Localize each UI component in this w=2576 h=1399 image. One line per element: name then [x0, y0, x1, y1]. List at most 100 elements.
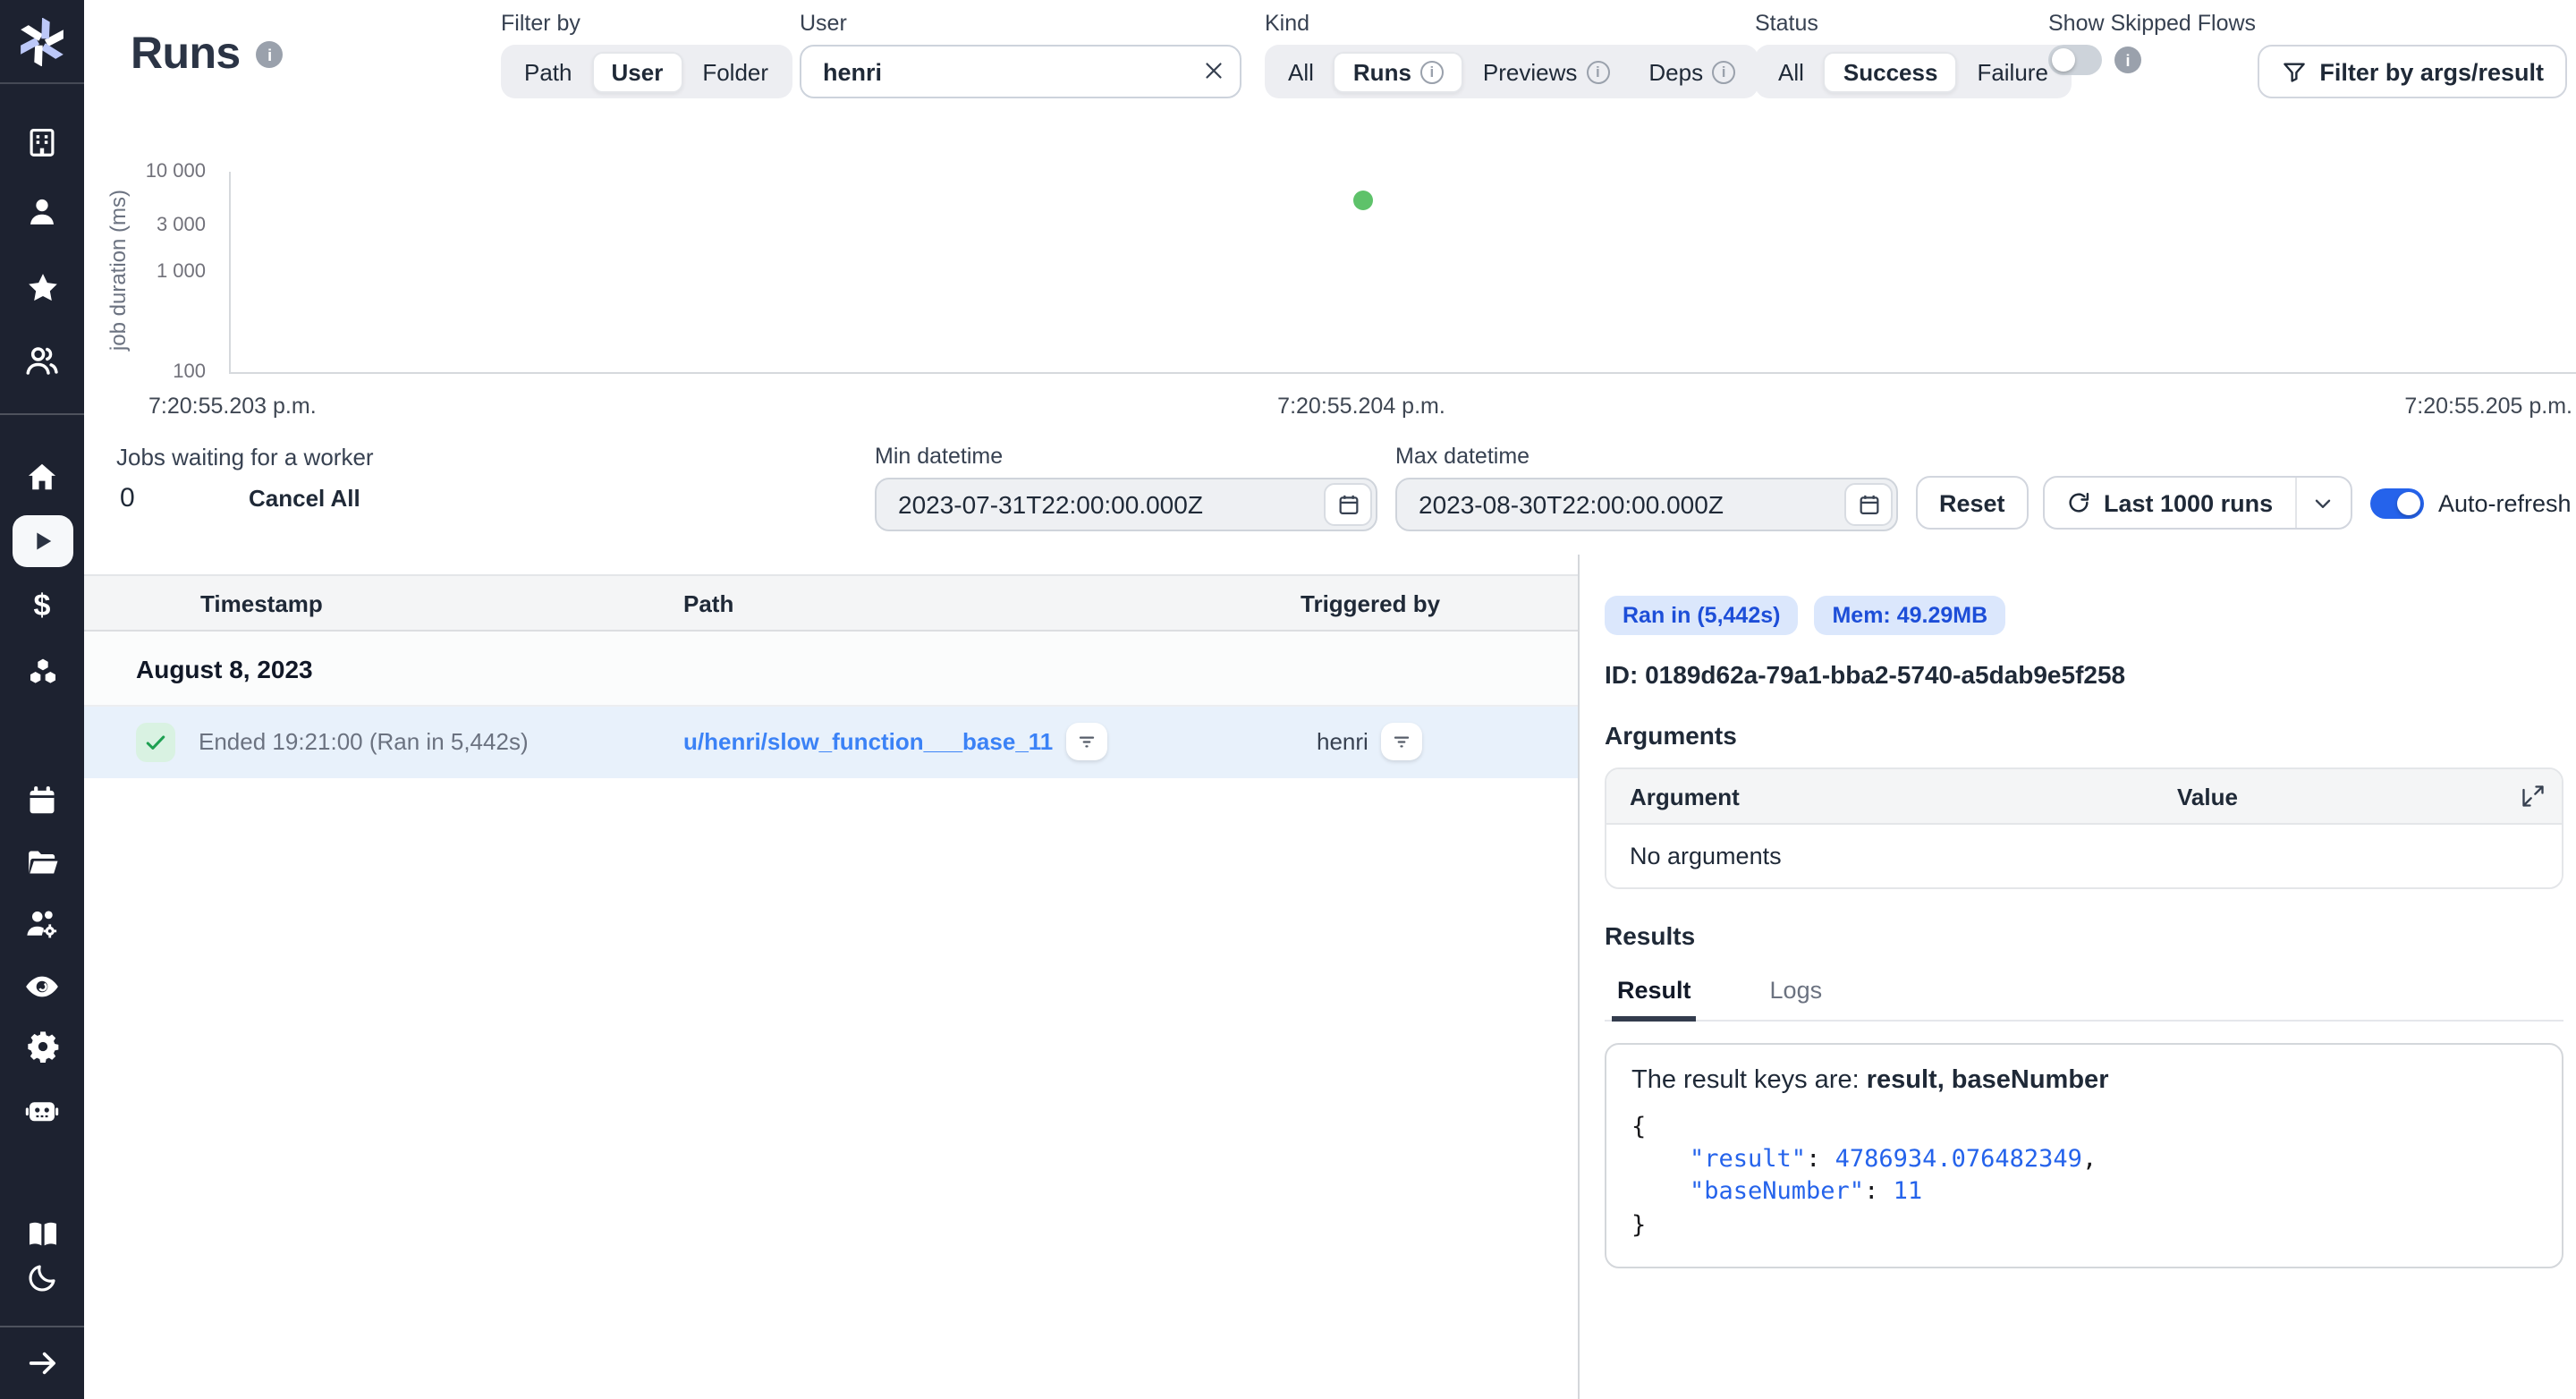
run-path-link[interactable]: u/henri/slow_function___base_11: [683, 728, 1053, 755]
status-all[interactable]: All: [1758, 51, 1824, 92]
col-timestamp: Timestamp: [200, 576, 323, 630]
kind-all[interactable]: All: [1268, 51, 1334, 92]
sidebar-expand[interactable]: [0, 1345, 84, 1381]
col-path: Path: [683, 576, 733, 630]
cubes-icon: [24, 655, 60, 691]
max-datetime-label: Max datetime: [1395, 444, 1898, 469]
arguments-table: Argument Value No arguments: [1605, 767, 2563, 889]
sidebar-item-folders[interactable]: [0, 844, 84, 880]
home-icon: [25, 460, 59, 494]
windmill-logo-icon: [18, 17, 66, 65]
run-id: ID: 0189d62a-79a1-bba2-5740-a5dab9e5f258: [1605, 660, 2563, 689]
json-line-result: "result": 4786934.076482349,: [1631, 1143, 2537, 1175]
building-icon: [25, 125, 59, 159]
chart-plot-area: [229, 172, 2576, 374]
runs-limit-dropdown[interactable]: [2296, 478, 2350, 528]
user-filter-input[interactable]: [800, 45, 1241, 98]
filter-by-user[interactable]: User: [592, 51, 683, 92]
jobs-waiting-count: 0: [120, 483, 135, 513]
moon-icon: [25, 1261, 59, 1295]
user-icon: [25, 195, 59, 229]
min-datetime-input[interactable]: [875, 478, 1377, 531]
filter-by-group: Filter by Path User Folder: [501, 11, 792, 98]
result-json: { "result": 4786934.076482349, "baseNumb…: [1631, 1111, 2537, 1242]
calendar-icon: [1856, 492, 1881, 517]
kind-previews[interactable]: Previews i: [1463, 51, 1630, 92]
filter-lines-icon: [1390, 730, 1413, 753]
sidebar-item-home[interactable]: [0, 460, 84, 494]
filter-by-segmented: Path User Folder: [501, 45, 792, 98]
auto-refresh-toggle[interactable]: [2370, 488, 2424, 519]
run-timestamp: Ended 19:21:00 (Ran in 5,442s): [199, 728, 529, 755]
kind-segmented: All Runsi Previewsi Depsi: [1265, 45, 1758, 98]
col-triggered-by: Triggered by: [1301, 576, 1440, 630]
reset-button[interactable]: Reset: [1916, 476, 2029, 530]
sidebar-item-theme[interactable]: [0, 1261, 84, 1295]
max-datetime-calendar-button[interactable]: [1844, 483, 1893, 526]
sidebar-item-ai[interactable]: [0, 1091, 84, 1129]
sidebar-item-apps[interactable]: [0, 655, 84, 691]
status-success[interactable]: Success: [1824, 51, 1958, 92]
robot-icon: [23, 1091, 61, 1129]
show-skipped-info-icon[interactable]: i: [2114, 47, 2141, 73]
min-datetime-calendar-button[interactable]: [1324, 483, 1372, 526]
sidebar-item-favorites[interactable]: [0, 270, 84, 306]
filter-by-user-button[interactable]: [1381, 723, 1422, 760]
sidebar-item-schedules[interactable]: [0, 784, 84, 818]
sidebar-item-runs[interactable]: [0, 515, 84, 567]
kind-previews-label: Previews: [1483, 60, 1578, 83]
run-row[interactable]: Ended 19:21:00 (Ran in 5,442s) u/henri/s…: [84, 707, 1578, 778]
max-datetime-input[interactable]: [1395, 478, 1898, 531]
jobs-waiting-label: Jobs waiting for a worker: [116, 444, 374, 471]
auto-refresh-group: Auto-refresh: [2370, 488, 2572, 519]
expand-arguments-button[interactable]: [2521, 784, 2546, 809]
sidebar-item-groups[interactable]: [0, 342, 84, 379]
table-header: Timestamp Path Triggered by: [84, 574, 1578, 632]
run-details-panel: Ran in (5,442s) Mem: 49.29MB ID: 0189d62…: [1580, 555, 2576, 1399]
sidebar-item-settings[interactable]: [0, 1029, 84, 1064]
auto-refresh-label: Auto-refresh: [2438, 490, 2572, 517]
filter-by-path[interactable]: Path: [504, 51, 592, 92]
y-tick-1000: 1 000: [84, 261, 206, 283]
sidebar-item-docs[interactable]: [0, 1217, 84, 1252]
windmill-logo[interactable]: [0, 0, 84, 84]
x-tick-left: 7:20:55.203 p.m.: [148, 394, 317, 419]
calendar-icon: [1335, 492, 1360, 517]
runs-limit-label: Last 1000 runs: [2104, 489, 2273, 516]
filter-by-folder[interactable]: Folder: [682, 51, 788, 92]
cancel-all-button[interactable]: Cancel All: [249, 485, 360, 512]
runs-info-icon[interactable]: i: [257, 41, 284, 68]
run-data-point[interactable]: [1353, 191, 1373, 210]
clear-user-filter-button[interactable]: [1200, 57, 1227, 84]
kind-runs-label: Runs: [1353, 60, 1411, 83]
sidebar-item-resources[interactable]: $: [0, 590, 84, 621]
sidebar-item-workers[interactable]: [0, 905, 84, 943]
sidebar-item-user[interactable]: [0, 195, 84, 229]
tab-logs[interactable]: Logs: [1765, 966, 1828, 1020]
kind-runs-info-icon[interactable]: i: [1420, 60, 1444, 83]
show-skipped-toggle[interactable]: [2048, 45, 2102, 75]
kind-deps-label: Deps: [1648, 60, 1703, 83]
sidebar-item-workspace[interactable]: [0, 125, 84, 159]
kind-runs[interactable]: Runsi: [1334, 51, 1463, 92]
duration-chart: job duration (ms) 10 000 3 000 1 000 100…: [84, 111, 2576, 429]
arguments-title: Arguments: [1605, 721, 2563, 750]
tab-result[interactable]: Result: [1612, 966, 1697, 1022]
filter-by-path-button[interactable]: [1065, 723, 1106, 760]
user-filter-label: User: [800, 11, 1241, 36]
toggle-knob: [2397, 492, 2420, 515]
kind-deps[interactable]: Depsi: [1629, 51, 1755, 92]
runs-limit-button[interactable]: Last 1000 runs: [2043, 476, 2351, 530]
check-icon: [143, 730, 168, 755]
gear-icon: [24, 1029, 60, 1064]
clear-x-icon: [1200, 57, 1227, 84]
kind-previews-info-icon[interactable]: i: [1586, 60, 1609, 83]
kind-deps-info-icon[interactable]: i: [1712, 60, 1735, 83]
sidebar-item-audit-logs[interactable]: [0, 968, 84, 1005]
success-status-badge: [136, 723, 175, 762]
filter-by-label: Filter by: [501, 11, 792, 36]
filter-args-result-button[interactable]: Filter by args/result: [2257, 45, 2567, 98]
json-value: 4786934.076482349: [1835, 1145, 2082, 1174]
runs-page: $: [0, 0, 2576, 1399]
user-group-icon: [23, 342, 61, 379]
